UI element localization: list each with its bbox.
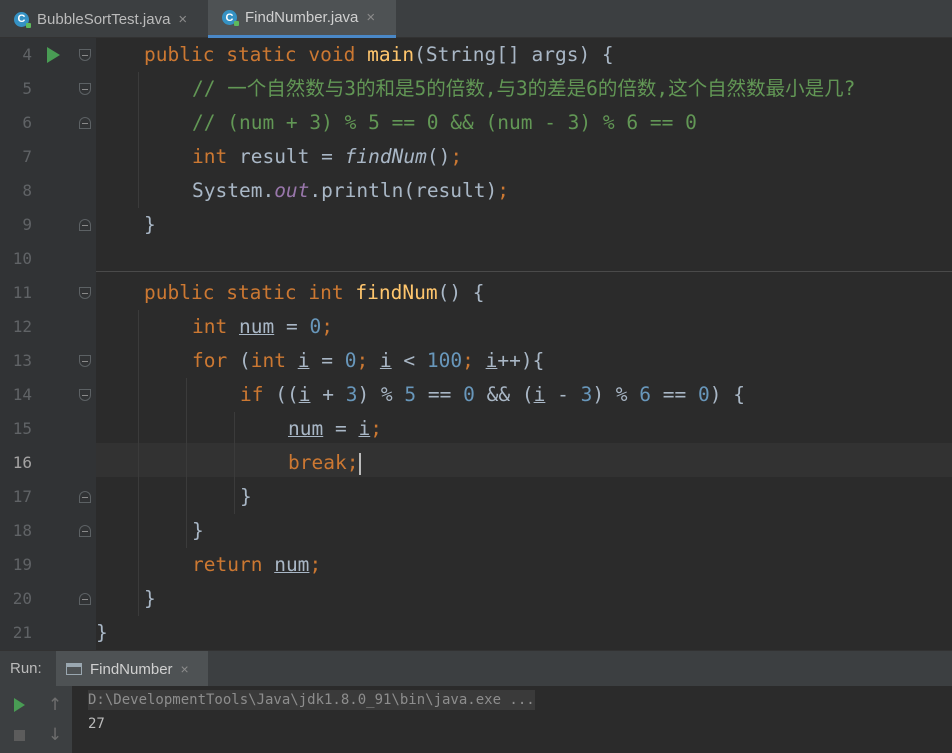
scroll-up-button[interactable]: ↑	[41, 692, 69, 718]
run-tab-findnumber[interactable]: FindNumber ×	[56, 651, 208, 687]
play-icon	[13, 698, 25, 712]
line-number: 17	[12, 487, 32, 506]
code-text: }	[192, 519, 204, 542]
run-toolbar: ↑ ↓	[0, 686, 72, 753]
rerun-button[interactable]	[5, 692, 33, 718]
line-number: 14	[12, 385, 32, 404]
code-line: 19 return num;	[0, 548, 952, 582]
code-text: int num = 0;	[192, 315, 333, 338]
run-panel-title: Run:	[10, 660, 42, 677]
line-number: 11	[12, 283, 32, 302]
code-line: 17 }	[0, 480, 952, 514]
scroll-down-button[interactable]: ↓	[41, 722, 69, 748]
java-class-icon: C	[14, 11, 31, 28]
code-text: }	[144, 587, 156, 610]
text-caret	[359, 452, 362, 475]
line-number: 21	[12, 623, 32, 642]
tab-findnumber[interactable]: C FindNumber.java ×	[208, 0, 396, 38]
editor-tab-bar: C BubbleSortTest.java × C FindNumber.jav…	[0, 0, 952, 38]
line-number: 8	[22, 181, 32, 200]
code-line: 13 for (int i = 0; i < 100; i++){	[0, 344, 952, 378]
fold-icon[interactable]	[79, 83, 91, 95]
code-editor[interactable]: 4 public static void main(String[] args)…	[0, 38, 952, 650]
comment-text: // 一个自然数与3的和是5的倍数,与3的差是6的倍数,这个自然数最小是几?	[192, 77, 856, 100]
code-line: 18 }	[0, 514, 952, 548]
line-number: 15	[12, 419, 32, 438]
code-line: 15 num = i;	[0, 412, 952, 446]
fold-icon[interactable]	[79, 593, 91, 605]
code-line: 4 public static void main(String[] args)…	[0, 38, 952, 72]
fold-icon[interactable]	[79, 49, 91, 61]
arrow-up-icon: ↑	[47, 695, 63, 715]
fold-icon[interactable]	[79, 525, 91, 537]
code-line: 10	[0, 242, 952, 276]
console-output-line: 27	[88, 716, 105, 732]
code-text: if ((i + 3) % 5 == 0 && (i - 3) % 6 == 0…	[240, 383, 745, 406]
code-line: 20 }	[0, 582, 952, 616]
tab-bubblesorttest[interactable]: C BubbleSortTest.java ×	[0, 0, 208, 38]
fold-icon[interactable]	[79, 117, 91, 129]
code-line: 21 }	[0, 616, 952, 650]
code-text: public static void main(String[] args) {	[144, 43, 614, 66]
line-number: 4	[22, 45, 32, 64]
line-number: 18	[12, 521, 32, 540]
fold-icon[interactable]	[79, 219, 91, 231]
code-line: 12 int num = 0;	[0, 310, 952, 344]
code-text: num = i;	[288, 417, 382, 440]
arrow-down-icon: ↓	[47, 725, 63, 745]
console-icon	[66, 663, 82, 675]
code-text: break;	[288, 446, 362, 480]
tab-label: BubbleSortTest.java	[37, 10, 171, 28]
line-number: 12	[12, 317, 32, 336]
code-text: }	[240, 485, 252, 508]
code-text: }	[144, 213, 156, 236]
console-command-line[interactable]: D:\DevelopmentTools\Java\jdk1.8.0_91\bin…	[88, 690, 535, 710]
fold-icon[interactable]	[79, 287, 91, 299]
code-line: 6 // (num + 3) % 5 == 0 && (num - 3) % 6…	[0, 106, 952, 140]
close-icon[interactable]: ×	[178, 11, 187, 28]
line-number: 10	[12, 249, 32, 268]
run-panel-header: Run: FindNumber ×	[0, 650, 952, 687]
stop-icon	[13, 729, 25, 741]
line-number: 6	[22, 113, 32, 132]
tab-label: FindNumber.java	[245, 9, 359, 26]
fold-icon[interactable]	[79, 491, 91, 503]
fold-icon[interactable]	[79, 355, 91, 367]
code-line: 7 int result = findNum();	[0, 140, 952, 174]
code-text: return num;	[192, 553, 322, 576]
code-text: int result = findNum();	[192, 145, 463, 168]
run-tab-label: FindNumber	[90, 660, 173, 678]
code-text: }	[96, 621, 108, 644]
code-text: System.out.println(result);	[192, 179, 510, 202]
code-line: 14 if ((i + 3) % 5 == 0 && (i - 3) % 6 =…	[0, 378, 952, 412]
code-text: public static int findNum() {	[144, 281, 485, 304]
line-number: 9	[22, 215, 32, 234]
fold-icon[interactable]	[79, 389, 91, 401]
console-output[interactable]: D:\DevelopmentTools\Java\jdk1.8.0_91\bin…	[72, 686, 952, 753]
comment-text: // (num + 3) % 5 == 0 && (num - 3) % 6 =…	[192, 111, 697, 134]
code-line: 5 // 一个自然数与3的和是5的倍数,与3的差是6的倍数,这个自然数最小是几?	[0, 72, 952, 106]
line-number: 16	[12, 453, 32, 472]
code-line: 9 }	[0, 208, 952, 242]
code-text: for (int i = 0; i < 100; i++){	[192, 349, 545, 372]
line-number: 5	[22, 79, 32, 98]
close-icon[interactable]: ×	[366, 9, 375, 26]
stop-button[interactable]	[5, 722, 33, 748]
close-icon[interactable]: ×	[181, 661, 189, 677]
code-line: 16 break;	[0, 446, 952, 480]
code-line: 11 public static int findNum() {	[0, 276, 952, 310]
line-number: 19	[12, 555, 32, 574]
line-number: 7	[22, 147, 32, 166]
run-gutter-icon[interactable]	[47, 47, 60, 63]
java-class-icon: C	[222, 10, 239, 26]
code-line: 8 System.out.println(result);	[0, 174, 952, 208]
line-number: 20	[12, 589, 32, 608]
line-number: 13	[12, 351, 32, 370]
